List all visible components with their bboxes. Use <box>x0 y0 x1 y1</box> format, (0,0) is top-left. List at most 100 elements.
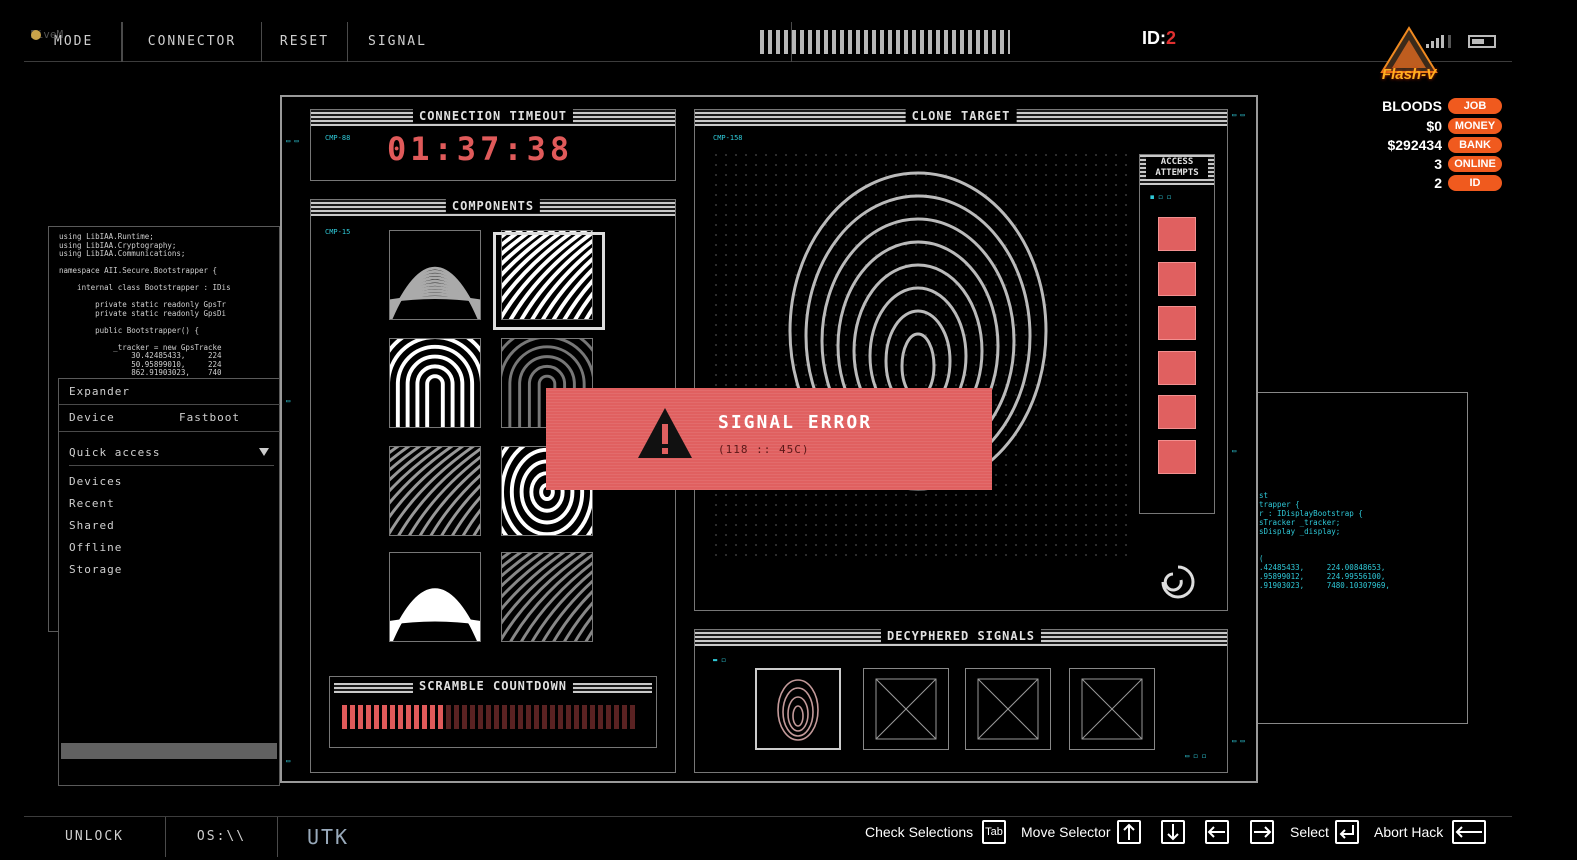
clone-target-panel: CLONE TARGET CMP-158 ACCESS ATTEMPTS ◼ ◻… <box>694 109 1228 611</box>
rotate-icon[interactable] <box>1155 560 1201 600</box>
connector-tab[interactable]: CONNECTOR <box>122 22 262 62</box>
rail-marker: ▭ ▭ <box>1232 737 1245 745</box>
decyphered-title: DECYPHERED SIGNALS <box>880 629 1042 643</box>
signal-tab: SIGNAL <box>348 22 1010 62</box>
scramble-title: SCRAMBLE COUNTDOWN <box>412 679 574 693</box>
fingerprint-component[interactable] <box>389 446 481 536</box>
player-id-prefix: ID: <box>1142 28 1166 48</box>
rail-marker: ▭ <box>286 757 291 765</box>
scramble-header: SCRAMBLE COUNTDOWN <box>334 679 652 693</box>
signal-label: SIGNAL <box>368 34 427 49</box>
os-label: OS:\\ <box>196 829 247 844</box>
arrow-down-key-icon <box>1161 820 1185 844</box>
clone-target-code: CMP-158 <box>713 134 743 142</box>
clone-target-title: CLONE TARGET <box>905 109 1017 123</box>
components-header: COMPONENTS <box>311 199 675 216</box>
unlock-tab[interactable]: UNLOCK <box>24 817 166 857</box>
decyphered-signals-panel: DECYPHERED SIGNALS ▬ ◻ ▭ ◻ ◻ <box>694 629 1228 773</box>
menu-item-devices[interactable]: Devices <box>69 475 122 488</box>
mode-tab[interactable]: FiveM MODE <box>24 22 122 62</box>
decyphered-footer-marker: ▭ ◻ ◻ <box>1185 752 1207 760</box>
dropdown-arrow-icon[interactable] <box>259 448 269 456</box>
hud-id-row: 2 ID <box>1434 174 1502 192</box>
os-tab[interactable]: OS:\\ <box>166 817 278 857</box>
access-attempt-block <box>1158 395 1196 429</box>
hud-online-badge: ONLINE <box>1448 156 1502 172</box>
scramble-progress <box>342 705 443 729</box>
hud-bank-value: $292434 <box>1387 137 1442 153</box>
check-selections-label: Check Selections <box>865 824 974 840</box>
menu-item-recent[interactable]: Recent <box>69 497 115 510</box>
access-attempts-panel: ACCESS ATTEMPTS ◼ ◻ ◻ <box>1139 154 1215 514</box>
battery-icon <box>1468 35 1496 48</box>
rail-marker: ▭ <box>1232 447 1237 455</box>
hud-job-badge: JOB <box>1448 98 1502 114</box>
select-label: Select <box>1290 824 1329 840</box>
reset-tab[interactable]: RESET <box>262 22 348 62</box>
quick-access-label[interactable]: Quick access <box>69 446 160 459</box>
hud-bank-row: $292434 BANK <box>1387 136 1502 154</box>
fingerprint-component[interactable] <box>389 230 481 320</box>
hud-money-badge: MONEY <box>1448 118 1502 134</box>
fingerprint-component[interactable] <box>501 552 593 642</box>
tab-key: Tab <box>982 820 1006 844</box>
decyphered-slot-empty <box>965 668 1051 750</box>
component-selector[interactable] <box>493 232 605 330</box>
rail-marker: ▭ ▭ <box>286 137 299 145</box>
signal-strength-bars <box>760 30 1010 54</box>
access-attempt-block <box>1158 439 1196 474</box>
code-listing: using LibIAA.Runtime; using LibIAA.Crypt… <box>59 232 231 385</box>
backspace-key-icon <box>1452 820 1486 844</box>
decyphered-slot-empty <box>1069 668 1155 750</box>
signal-error-modal: SIGNAL ERROR (118 :: 45C) <box>546 388 992 490</box>
utk-label: UTK <box>306 825 350 849</box>
menu-item-offline[interactable]: Offline <box>69 541 122 554</box>
hud-job-value: BLOODS <box>1382 98 1442 114</box>
expander-label[interactable]: Expander <box>69 385 130 398</box>
access-attempt-block <box>1158 217 1196 251</box>
arrow-up-key-icon <box>1117 820 1141 844</box>
top-bar: FiveM MODE CONNECTOR RESET SIGNAL ID:2 <box>24 22 1512 62</box>
player-id-value: 2 <box>1166 28 1177 48</box>
decyphered-marker: ▬ ◻ <box>713 656 726 664</box>
fingerprint-component[interactable] <box>389 338 481 428</box>
attempts-marker: ◼ ◻ ◻ <box>1150 193 1172 201</box>
arrow-left-key-icon <box>1205 820 1229 844</box>
signal-strength-icon <box>1426 34 1456 48</box>
arrow-right-key-icon <box>1250 820 1274 844</box>
hud-online-row: 3 ONLINE <box>1434 155 1502 173</box>
hud-money-value: $0 <box>1426 118 1442 134</box>
fivem-icon <box>31 30 41 40</box>
fingerprint-component[interactable] <box>389 552 481 642</box>
connection-timeout-header: CONNECTION TIMEOUT <box>311 109 675 126</box>
scramble-countdown-panel: SCRAMBLE COUNTDOWN <box>329 676 657 748</box>
code-window-right: st trapper { r : IDisplayBootstrap { sTr… <box>1250 392 1468 724</box>
hud-job-row: BLOODS JOB <box>1382 97 1502 115</box>
rail-marker: ▭ <box>286 397 291 405</box>
scrollbar[interactable] <box>61 743 277 759</box>
error-title: SIGNAL ERROR <box>718 412 873 433</box>
player-id: ID:2 <box>1142 28 1176 49</box>
access-attempt-block <box>1158 261 1196 296</box>
reset-label: RESET <box>279 34 330 49</box>
menu-item-shared[interactable]: Shared <box>69 519 115 532</box>
rail-marker: ▭ ▭ <box>1232 111 1245 119</box>
hud-id-value: 2 <box>1434 175 1442 191</box>
utk-tab[interactable]: UTK <box>278 817 378 857</box>
menu-item-storage[interactable]: Storage <box>69 563 122 576</box>
decyphered-slot-empty <box>863 668 949 750</box>
device-label[interactable]: Device <box>69 411 115 424</box>
access-attempt-block <box>1158 306 1196 340</box>
connection-timeout-title: CONNECTION TIMEOUT <box>412 109 574 123</box>
decyphered-header: DECYPHERED SIGNALS <box>695 629 1227 646</box>
bottom-bar: UNLOCK OS:\\ UTK <box>24 816 1512 857</box>
code-listing-right: st trapper { r : IDisplayBootstrap { sTr… <box>1259 491 1390 590</box>
logo-text: Flash-V <box>1381 66 1437 83</box>
decyphered-slot-filled <box>755 668 841 750</box>
fastboot-label[interactable]: Fastboot <box>179 411 240 424</box>
error-code: (118 :: 45C) <box>718 443 810 456</box>
clone-target-header: CLONE TARGET <box>695 109 1227 126</box>
hud-money-row: $0 MONEY <box>1426 117 1502 135</box>
countdown-timer: 01:37:38 <box>387 130 574 168</box>
connection-timeout-panel: CONNECTION TIMEOUT CMP-88 01:37:38 <box>310 109 676 181</box>
